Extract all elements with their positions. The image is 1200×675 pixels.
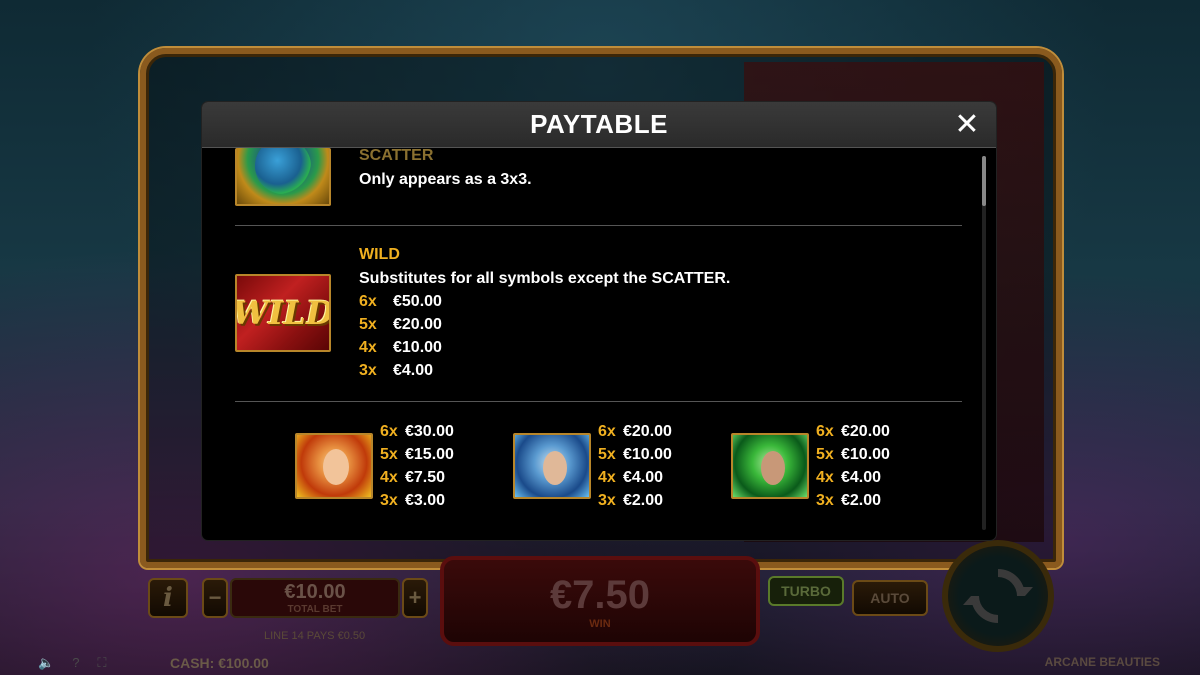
ice-pay-row: 6x €20.00 (598, 423, 672, 441)
pay-count: 5x (816, 446, 834, 463)
line-pays-text: LINE 14 PAYS €0.50 (264, 630, 366, 642)
nature-pay-row: 4x €4.00 (816, 469, 881, 487)
nature-beauty-symbol-icon (731, 433, 809, 499)
pay-count: 5x (380, 446, 398, 463)
ice-pay-row: 4x €4.00 (598, 469, 663, 487)
total-bet-label: TOTAL BET (287, 604, 343, 615)
pay-amount: €7.50 (405, 469, 446, 486)
pay-count: 5x (359, 316, 377, 333)
info-button[interactable]: i (148, 578, 188, 618)
fire-pay-row: 3x €3.00 (380, 492, 445, 510)
pay-count: 3x (359, 362, 377, 379)
pay-amount: €30.00 (405, 423, 454, 440)
pay-count: 6x (380, 423, 398, 440)
ice-pay-row: 3x €2.00 (598, 492, 663, 510)
pay-count: 6x (359, 293, 377, 310)
pay-amount: €50.00 (393, 293, 442, 310)
ice-beauty-symbol-icon (513, 433, 591, 499)
fire-pay-row: 4x €7.50 (380, 469, 445, 487)
cash-display: CASH: €100.00 (170, 655, 269, 671)
pay-count: 4x (359, 339, 377, 356)
pay-count: 4x (380, 469, 398, 486)
help-icon[interactable]: ? (72, 655, 79, 671)
nature-pay-row: 3x €2.00 (816, 492, 881, 510)
fire-pay-row: 5x €15.00 (380, 446, 454, 464)
spin-arrows-icon (963, 569, 1033, 623)
wild-description: Substitutes for all symbols except the S… (359, 270, 731, 287)
paytable-modal: PAYTABLE ✕ SCATTER Only appears as a 3x3… (202, 102, 996, 540)
bet-decrease-button[interactable]: − (202, 578, 228, 618)
wild-pay-row: 4x €10.00 (359, 339, 442, 357)
auto-button[interactable]: AUTO (852, 580, 928, 616)
modal-title: PAYTABLE (530, 109, 668, 139)
total-bet-display: €10.00 TOTAL BET (230, 578, 400, 618)
pay-count: 3x (598, 492, 616, 509)
pay-count: 3x (380, 492, 398, 509)
pay-amount: €20.00 (393, 316, 442, 333)
pay-amount: €10.00 (841, 446, 890, 463)
pay-count: 6x (816, 423, 834, 440)
nature-pay-row: 6x €20.00 (816, 423, 890, 441)
nature-pay-row: 5x €10.00 (816, 446, 890, 464)
pay-amount: €10.00 (623, 446, 672, 463)
pay-amount: €2.00 (623, 492, 664, 509)
spin-button[interactable] (942, 540, 1054, 652)
pay-count: 4x (816, 469, 834, 486)
modal-header: PAYTABLE ✕ (202, 102, 996, 148)
divider (235, 401, 962, 402)
scatter-title: SCATTER (359, 147, 434, 164)
wild-pay-row: 5x €20.00 (359, 316, 442, 334)
fire-beauty-symbol-icon (295, 433, 373, 499)
divider (235, 225, 962, 226)
pay-amount: €10.00 (393, 339, 442, 356)
win-label: WIN (589, 617, 611, 630)
bet-increase-button[interactable]: + (402, 578, 428, 618)
pay-amount: €15.00 (405, 446, 454, 463)
pay-amount: €20.00 (841, 423, 890, 440)
win-display: €7.50 WIN (440, 556, 760, 646)
total-bet-value: €10.00 (284, 581, 346, 603)
game-title: ARCANE BEAUTIES (1044, 655, 1160, 669)
scatter-description: Only appears as a 3x3. (359, 171, 532, 188)
wild-symbol-icon: WILD (235, 274, 331, 352)
pay-count: 3x (816, 492, 834, 509)
wild-title: WILD (359, 246, 400, 263)
wild-symbol-text: WILD (235, 294, 331, 332)
scrollbar[interactable] (982, 156, 986, 530)
pay-amount: €3.00 (405, 492, 446, 509)
fullscreen-icon[interactable]: ⛶ (97, 655, 106, 671)
scatter-symbol-icon (235, 148, 331, 206)
close-icon[interactable]: ✕ (952, 110, 982, 140)
pay-amount: €20.00 (623, 423, 672, 440)
system-icons: 🔈 ? ⛶ (38, 655, 107, 671)
speaker-icon[interactable]: 🔈 (38, 655, 54, 671)
pay-count: 4x (598, 469, 616, 486)
pay-amount: €4.00 (841, 469, 882, 486)
win-value: €7.50 (549, 572, 651, 617)
pay-amount: €2.00 (841, 492, 882, 509)
wild-pay-row: 6x €50.00 (359, 293, 442, 311)
fire-pay-row: 6x €30.00 (380, 423, 454, 441)
pay-count: 6x (598, 423, 616, 440)
turbo-button[interactable]: TURBO (768, 576, 844, 606)
pay-amount: €4.00 (623, 469, 664, 486)
pay-count: 5x (598, 446, 616, 463)
wild-pay-row: 3x €4.00 (359, 362, 433, 380)
pay-amount: €4.00 (393, 362, 434, 379)
ice-pay-row: 5x €10.00 (598, 446, 672, 464)
scroll-thumb[interactable] (982, 156, 986, 206)
